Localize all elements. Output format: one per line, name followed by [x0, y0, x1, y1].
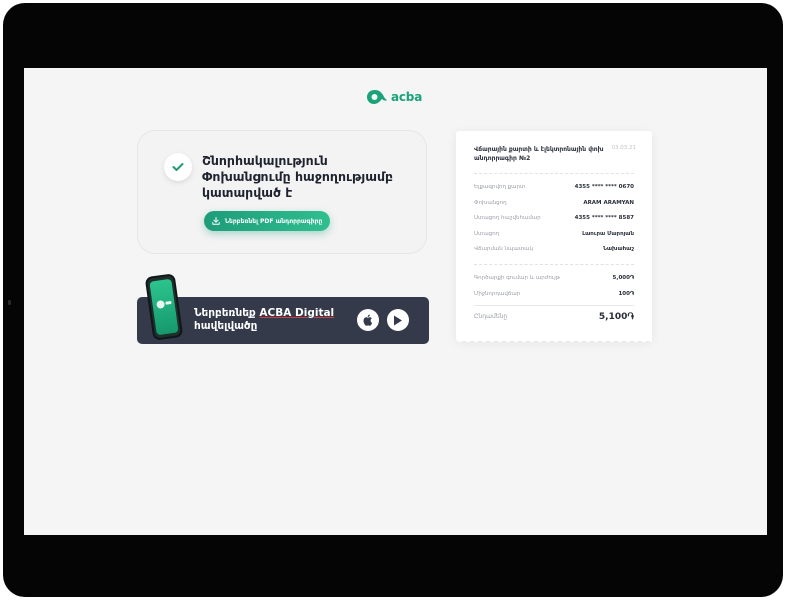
receipt-total-key: Ընդամենը [474, 313, 508, 320]
receipt-divider [474, 305, 634, 306]
receipt-row-key: Փոխանցող [474, 200, 507, 206]
receipt-title: Վճարային քարտի և էլեկտրոնային փոխ անդորր… [474, 146, 604, 162]
success-line-2: Փոխանցումը հաջողությամբ [202, 169, 394, 184]
checkmark-icon [172, 163, 184, 171]
google-play-icon [394, 315, 402, 325]
success-line-3: կատարված է [202, 185, 293, 200]
receipt-row-card: Ելքագրվող քարտ 4355 **** **** 0670 [474, 183, 634, 191]
success-check-badge [164, 153, 192, 181]
receipt-divider [474, 264, 634, 265]
receipt-row-value: Լաուրա Մարոյան [582, 231, 634, 237]
app-download-banner: Ներբեռնեք ACBA Digital հավելվածը [137, 273, 429, 344]
receipt-divider [474, 173, 634, 174]
receipt-row-sender: Փոխանցող ARAM ARAMYAN [474, 199, 634, 207]
apple-icon [363, 314, 373, 326]
acba-logo[interactable]: acba [366, 89, 422, 105]
receipt-row-value: 5,000֏ [612, 275, 634, 281]
phone-illustration [144, 273, 184, 341]
receipt-row-key: Ստացող [474, 231, 500, 237]
acba-logo-icon [367, 90, 387, 104]
transfer-receipt: Վճարային քարտի և էլեկտրոնային փոխ անդորր… [456, 131, 652, 341]
google-play-button[interactable] [387, 309, 409, 331]
receipt-row-key: Ստացող հաշվեհամար [474, 215, 541, 221]
receipt-date: 03.03.21 [611, 145, 637, 151]
receipt-row-recipient: Ստացող Լաուրա Մարոյան [474, 230, 634, 238]
phone-logo-icon [156, 300, 172, 309]
banner-text-line2: հավելվածը [194, 320, 258, 332]
receipt-row-key: Միջնորդավճար [474, 291, 521, 297]
tablet-side-button [8, 300, 11, 305]
banner-text-prefix: Ներբեռնեք [194, 307, 260, 319]
receipt-row-purpose: Վճարման նպատակ Նախահաշ [474, 245, 634, 253]
banner-brand-name: ACBA Digital [259, 307, 335, 319]
receipt-row-value: 4355 **** **** 8587 [574, 215, 634, 221]
page-screen: acba Շնորհակալություն Փոխանցումը հաջողու… [24, 68, 767, 535]
download-icon [211, 217, 220, 225]
receipt-row-fee: Միջնորդավճար 100֏ [474, 290, 634, 298]
phone-screen-illustration [149, 278, 179, 336]
receipt-row-recipient-account: Ստացող հաշվեհամար 4355 **** **** 8587 [474, 214, 634, 222]
receipt-row-amount: Գործարքի գումար և արժույթ 5,000֏ [474, 274, 634, 282]
receipt-row-value: Նախահաշ [602, 246, 634, 252]
receipt-row-key: Ելքագրվող քարտ [474, 184, 526, 190]
receipt-row-value: ARAM ARAMYAN [583, 200, 634, 206]
success-message: Շնորհակալություն Փոխանցումը հաջողությամբ… [202, 153, 412, 201]
receipt-row-key: Գործարքի գումար և արժույթ [474, 275, 560, 281]
success-card: Շնորհակալություն Փոխանցումը հաջողությամբ… [137, 130, 427, 254]
receipt-zigzag-edge [456, 339, 652, 345]
app-store-button[interactable] [357, 309, 379, 331]
receipt-total-value: 5,100֏ [598, 312, 634, 322]
receipt-row-key: Վճարման նպատակ [474, 246, 533, 252]
download-pdf-button[interactable]: Ներբեռնել PDF անդորրագիրը [204, 211, 330, 231]
receipt-row-total: Ընդամենը 5,100֏ [474, 312, 634, 322]
logo-text: acba [391, 90, 423, 104]
download-pdf-label: Ներբեռնել PDF անդորրագիրը [224, 217, 323, 225]
success-line-1: Շնորհակալություն [202, 153, 328, 168]
app-banner-text: Ներբեռնեք ACBA Digital հավելվածը [194, 307, 344, 333]
receipt-row-value: 4355 **** **** 0670 [574, 184, 634, 190]
receipt-row-value: 100֏ [618, 291, 634, 297]
